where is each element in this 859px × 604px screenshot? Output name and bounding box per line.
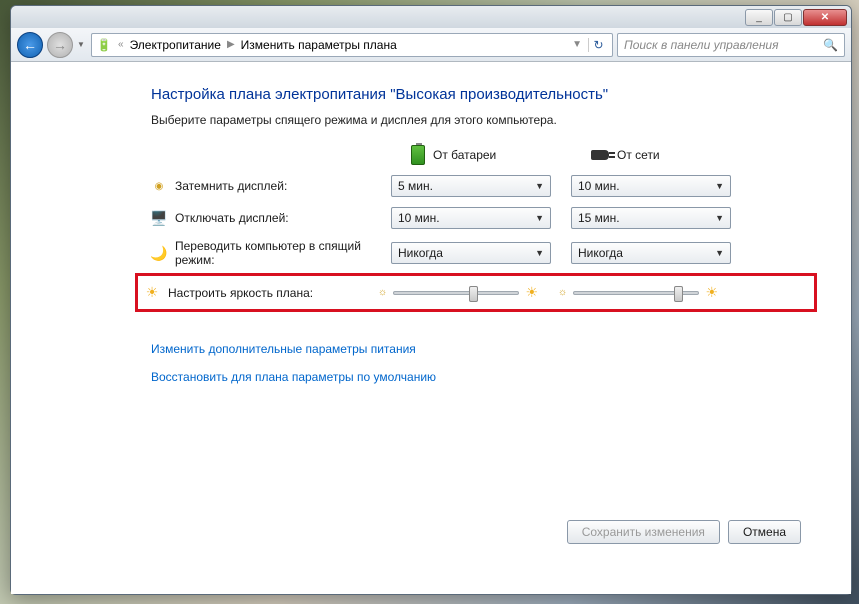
sun-bright-icon: ☀ xyxy=(705,284,718,301)
advanced-settings-link[interactable]: Изменить дополнительные параметры питани… xyxy=(151,342,801,356)
slider-thumb[interactable] xyxy=(469,286,478,302)
breadcrumb-item[interactable]: Электропитание xyxy=(130,38,221,52)
page-title: Настройка плана электропитания "Высокая … xyxy=(151,86,801,103)
sun-bright-icon: ☀ xyxy=(525,284,538,301)
refresh-button[interactable]: ↻ xyxy=(588,38,608,52)
breadcrumb-item[interactable]: Изменить параметры плана xyxy=(241,38,397,52)
minimize-button[interactable]: _ xyxy=(745,9,773,26)
chevron-down-icon[interactable]: ▼ xyxy=(572,39,582,50)
maximize-button[interactable]: ▢ xyxy=(774,9,802,26)
save-button: Сохранить изменения xyxy=(567,520,720,544)
sun-dim-icon: ☼ xyxy=(378,287,387,298)
row-brightness-label: ☀ Настроить яркость плана: xyxy=(144,285,358,301)
row-sleep-label: 🌙 Переводить компьютер в спящий режим: xyxy=(151,239,371,267)
titlebar: _ ▢ ✕ xyxy=(11,6,851,28)
brightness-battery-slider[interactable]: ☼ ☀ xyxy=(378,284,538,301)
forward-button: → xyxy=(47,32,73,58)
slider-thumb[interactable] xyxy=(674,286,683,302)
dim-ac-select[interactable]: 10 мин.▼ xyxy=(571,175,731,197)
brightness-ac-slider[interactable]: ☼ ☀ xyxy=(558,284,718,301)
address-bar[interactable]: 🔋 « Электропитание ▶ Изменить параметры … xyxy=(91,33,613,57)
page-subtitle: Выберите параметры спящего режима и дисп… xyxy=(151,113,801,127)
row-dim-label: ◉ Затемнить дисплей: xyxy=(151,178,371,194)
sleep-battery-select[interactable]: Никогда▼ xyxy=(391,242,551,264)
restore-defaults-link[interactable]: Восстановить для плана параметры по умол… xyxy=(151,370,801,384)
search-icon: 🔍 xyxy=(823,38,838,52)
close-button[interactable]: ✕ xyxy=(803,9,847,26)
column-ac: От сети xyxy=(571,148,731,162)
window: _ ▢ ✕ ← → ▼ 🔋 « Электропитание ▶ Изменит… xyxy=(10,5,852,595)
content: Настройка плана электропитания "Высокая … xyxy=(11,62,851,594)
sleep-ac-select[interactable]: Никогда▼ xyxy=(571,242,731,264)
chevron-right-icon: ▶ xyxy=(227,39,235,50)
cancel-button[interactable]: Отмена xyxy=(728,520,801,544)
links: Изменить дополнительные параметры питани… xyxy=(151,342,801,384)
breadcrumb-sep: « xyxy=(118,39,124,50)
plug-icon xyxy=(591,150,609,160)
sun-dim-icon: ☼ xyxy=(558,287,567,298)
search-input[interactable]: Поиск в панели управления 🔍 xyxy=(617,33,845,57)
dim-battery-select[interactable]: 5 мин.▼ xyxy=(391,175,551,197)
history-dropdown[interactable]: ▼ xyxy=(77,40,87,49)
monitor-icon: 🖥️ xyxy=(151,210,167,226)
column-battery: От батареи xyxy=(391,145,551,165)
navbar: ← → ▼ 🔋 « Электропитание ▶ Изменить пара… xyxy=(11,28,851,62)
row-off-label: 🖥️ Отключать дисплей: xyxy=(151,210,371,226)
brightness-row-highlight: ☀ Настроить яркость плана: ☼ ☀ ☼ ☀ xyxy=(135,273,817,312)
power-icon: 🔋 xyxy=(96,37,112,53)
off-ac-select[interactable]: 15 мин.▼ xyxy=(571,207,731,229)
dim-icon: ◉ xyxy=(151,178,167,194)
off-battery-select[interactable]: 10 мин.▼ xyxy=(391,207,551,229)
back-button[interactable]: ← xyxy=(17,32,43,58)
sun-icon: ☀ xyxy=(144,285,160,301)
battery-icon xyxy=(411,145,425,165)
moon-icon: 🌙 xyxy=(151,245,167,261)
